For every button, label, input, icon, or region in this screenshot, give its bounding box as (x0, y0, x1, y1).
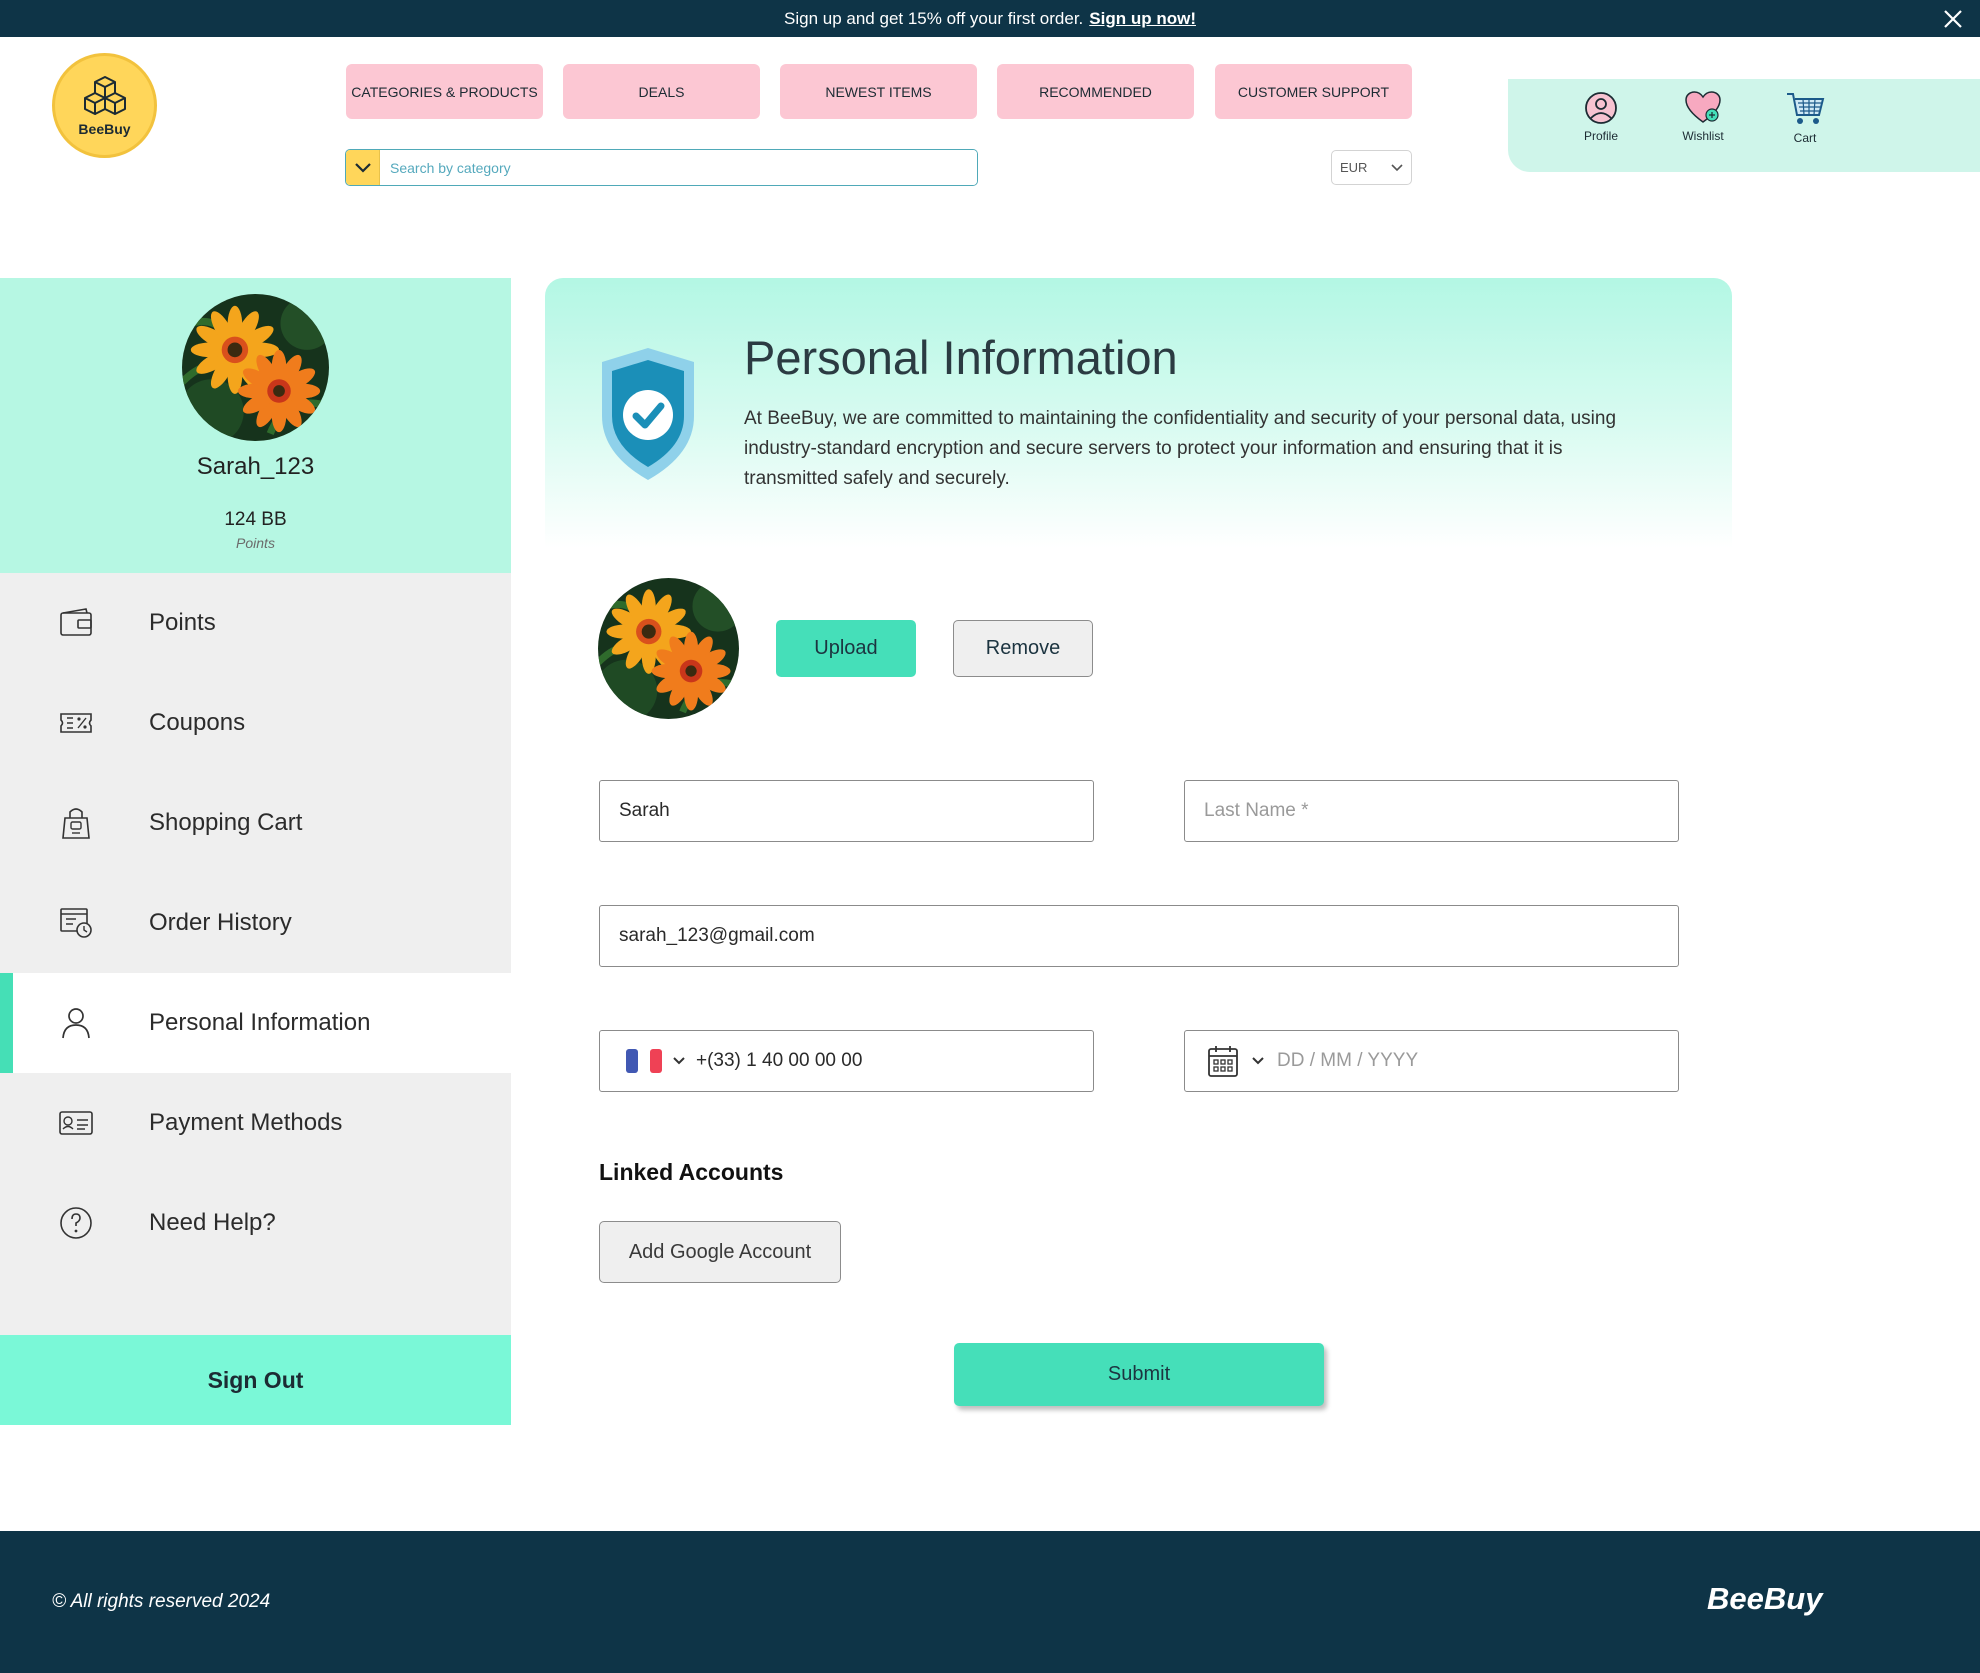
help-icon (60, 1207, 92, 1239)
footer: © All rights reserved 2024 BeeBuy (0, 1531, 1980, 1673)
shield-check-icon (602, 348, 694, 480)
phone-field (599, 1030, 1094, 1092)
remove-button[interactable]: Remove (953, 620, 1093, 677)
sidebar-item-label: Shopping Cart (149, 809, 303, 836)
first-name-field (599, 780, 1094, 842)
copyright-text: © All rights reserved 2024 (52, 1591, 271, 1612)
birthdate-input[interactable] (1265, 1031, 1678, 1091)
sidebar-item-label: Payment Methods (149, 1109, 343, 1136)
search-input[interactable] (380, 150, 977, 185)
logo-text: BeeBuy (78, 120, 131, 137)
personal-info-header: Personal Information At BeeBuy, we are c… (545, 278, 1732, 548)
sidebar-item-label: Points (149, 609, 216, 636)
sidebar-item-shopping-cart[interactable]: Shopping Cart (0, 773, 511, 873)
order-history-icon (60, 908, 92, 938)
email-input[interactable] (600, 906, 1678, 966)
nav-recommended[interactable]: RECOMMENDED (997, 64, 1194, 119)
chevron-down-icon (1391, 163, 1403, 171)
heart-icon (1685, 91, 1721, 123)
coupon-icon (60, 713, 92, 733)
sidebar-item-points[interactable]: Points (0, 573, 511, 673)
sidebar-item-personal-information[interactable]: Personal Information (0, 973, 511, 1073)
avatar (182, 294, 329, 441)
birthdate-field (1184, 1030, 1679, 1092)
sidebar-item-payment-methods[interactable]: Payment Methods (0, 1073, 511, 1173)
upload-button[interactable]: Upload (776, 620, 916, 677)
footer-brand[interactable]: BeeBuy (1707, 1581, 1822, 1617)
signup-link[interactable]: Sign up now! (1089, 9, 1196, 29)
page-title: Personal Information (744, 331, 1178, 384)
sidebar-item-coupons[interactable]: Coupons (0, 673, 511, 773)
profile-icon (1585, 92, 1617, 124)
wallet-icon (60, 608, 92, 636)
close-icon[interactable] (1942, 8, 1964, 30)
beebuy-logo[interactable]: BeeBuy (52, 53, 157, 158)
wishlist-label: Wishlist (1682, 129, 1724, 143)
first-name-input[interactable] (600, 781, 1093, 841)
submit-button[interactable]: Submit (954, 1343, 1324, 1406)
country-code-select[interactable] (600, 1031, 686, 1091)
cart-label: Cart (1793, 131, 1817, 145)
nav-categories-products[interactable]: CATEGORIES & PRODUCTS (346, 64, 543, 119)
sidebar-item-order-history[interactable]: Order History (0, 873, 511, 973)
chevron-down-icon (354, 162, 371, 173)
last-name-field (1184, 780, 1679, 842)
currency-value: EUR (1340, 160, 1368, 175)
shopping-bag-icon (62, 808, 90, 839)
date-picker-toggle[interactable] (1185, 1031, 1265, 1091)
phone-input[interactable] (686, 1031, 1093, 1091)
profile-button[interactable]: Profile (1566, 91, 1636, 143)
payment-card-icon (59, 1111, 93, 1135)
profile-label: Profile (1583, 129, 1618, 143)
sidebar-item-label: Order History (149, 909, 292, 936)
add-google-account-button[interactable]: Add Google Account (599, 1221, 841, 1283)
profile-summary: Sarah_123 124 BB Points (0, 278, 511, 573)
cart-icon (1787, 93, 1825, 124)
email-field (599, 905, 1679, 967)
france-flag-icon (626, 1049, 662, 1073)
cubes-logo-icon (83, 75, 126, 115)
chevron-down-icon (673, 1057, 685, 1065)
sidebar-item-need-help[interactable]: Need Help? (0, 1173, 511, 1273)
points-value: 124 BB (224, 509, 287, 530)
user-icon (62, 1008, 90, 1039)
sidebar-item-label: Personal Information (149, 1009, 371, 1036)
points-label: Points (236, 535, 275, 551)
promo-bar: Sign up and get 15% off your first order… (0, 0, 1980, 37)
last-name-input[interactable] (1185, 781, 1678, 841)
nav-customer-support[interactable]: CUSTOMER SUPPORT (1215, 64, 1412, 119)
calendar-icon (1208, 1046, 1238, 1077)
search-bar (345, 149, 978, 186)
category-dropdown[interactable] (346, 150, 380, 185)
sidebar-item-label: Need Help? (149, 1209, 276, 1236)
user-actions-panel: Profile Wishlist Cart (1508, 79, 1980, 172)
sign-out-button[interactable]: Sign Out (0, 1335, 511, 1425)
wishlist-button[interactable]: Wishlist (1668, 91, 1738, 143)
promo-text: Sign up and get 15% off your first order… (784, 8, 1084, 28)
linked-accounts-heading: Linked Accounts (599, 1159, 784, 1185)
sidebar-item-label: Coupons (149, 709, 246, 736)
username: Sarah_123 (196, 453, 315, 480)
privacy-description: At BeeBuy, we are committed to maintaini… (744, 408, 1617, 489)
cart-button[interactable]: Cart (1770, 91, 1840, 145)
nav-deals[interactable]: DEALS (563, 64, 760, 119)
account-sidebar: Sarah_123 124 BB Points Points Coupons S… (0, 278, 511, 1425)
chevron-down-icon (1252, 1057, 1264, 1065)
currency-select[interactable]: EUR (1331, 150, 1412, 185)
profile-photo (598, 578, 739, 719)
nav-newest-items[interactable]: NEWEST ITEMS (780, 64, 977, 119)
